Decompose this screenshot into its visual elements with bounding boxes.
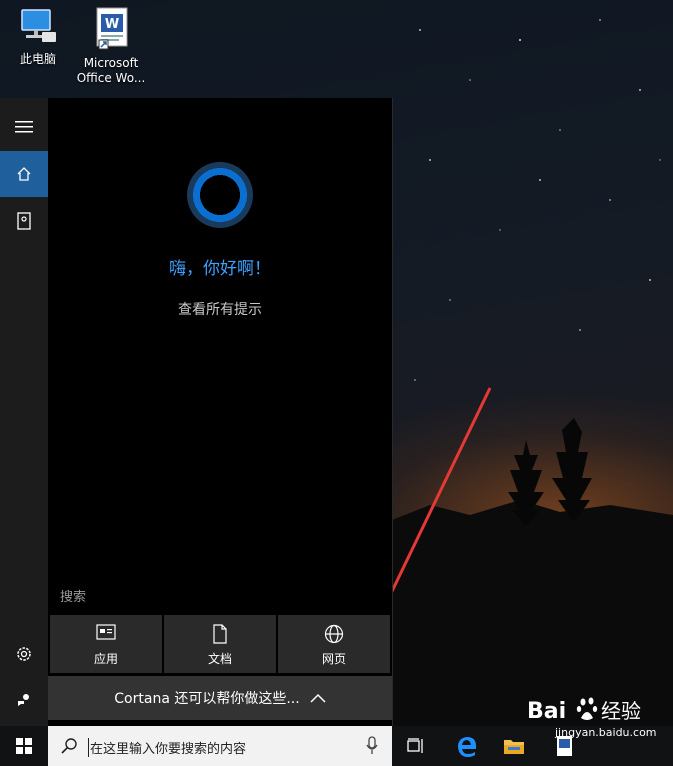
- windows-logo-icon: [16, 738, 32, 754]
- search-input[interactable]: 在这里输入你要搜索的内容: [88, 738, 246, 757]
- search-section-label: 搜索: [60, 590, 87, 605]
- settings-icon: [17, 647, 31, 661]
- edge-button[interactable]: [444, 726, 490, 766]
- filter-label: 应用: [93, 652, 118, 666]
- watermark-site: jingyan.baidu.com: [554, 726, 657, 739]
- filter-web-button[interactable]: 网页: [278, 615, 390, 673]
- settings-button[interactable]: [0, 631, 48, 677]
- desktop-icon-label: 此电脑: [19, 52, 56, 66]
- filter-apps-button[interactable]: 应用: [50, 615, 162, 673]
- filter-label: 网页: [321, 652, 346, 666]
- microphone-icon[interactable]: [366, 736, 378, 756]
- feedback-icon: [18, 694, 29, 706]
- desktop-icon-label: Microsoft Office Wo...: [76, 56, 146, 85]
- task-view-icon: [407, 738, 423, 753]
- watermark-brand2: 经验: [601, 699, 641, 723]
- see-all-tips-link[interactable]: 查看所有提示: [48, 299, 392, 319]
- task-view-button[interactable]: [393, 726, 439, 766]
- baidu-paw-icon: Bai 经验 jingyan.baidu.com: [527, 697, 657, 739]
- start-button[interactable]: [0, 726, 48, 766]
- edge-icon: [458, 737, 476, 757]
- feedback-button[interactable]: [0, 677, 48, 723]
- notebook-icon: [17, 212, 31, 230]
- notebook-button[interactable]: [0, 198, 48, 244]
- taskbar-search-box[interactable]: 在这里输入你要搜索的内容: [48, 726, 392, 766]
- filter-label: 文档: [207, 652, 232, 666]
- desktop-icon-word[interactable]: W Microsoft Office Wo...: [76, 4, 146, 86]
- cortana-greeting: 嗨，你好啊！: [169, 259, 271, 279]
- svg-text:W: W: [105, 17, 119, 32]
- filter-documents-button[interactable]: 文档: [164, 615, 276, 673]
- globe-icon: [324, 624, 344, 644]
- document-icon: [213, 624, 227, 644]
- cortana-logo-icon: [187, 162, 253, 228]
- start-rail: [0, 98, 48, 726]
- word-document-icon: W: [96, 7, 128, 50]
- computer-icon: [21, 9, 56, 42]
- cortana-panel: 嗨，你好啊！ 查看所有提示 搜索 应用 文档 网页 Cortana 还可以帮你做…: [48, 98, 393, 726]
- apps-icon: [96, 624, 116, 640]
- cortana-more-label: Cortana 还可以帮你做这些...: [114, 691, 300, 707]
- cortana-more-bar[interactable]: Cortana 还可以帮你做这些...: [48, 676, 392, 720]
- desktop-icon-this-pc[interactable]: 此电脑: [3, 4, 73, 67]
- hamburger-menu-icon: [15, 121, 33, 133]
- baidu-watermark: Bai 经验 jingyan.baidu.com: [505, 688, 670, 740]
- watermark-brand: Bai: [527, 699, 566, 724]
- hamburger-menu-button[interactable]: [0, 104, 48, 150]
- search-icon: [61, 738, 77, 754]
- home-icon: [17, 167, 31, 181]
- chevron-up-icon: [310, 693, 326, 703]
- home-button[interactable]: [0, 151, 48, 197]
